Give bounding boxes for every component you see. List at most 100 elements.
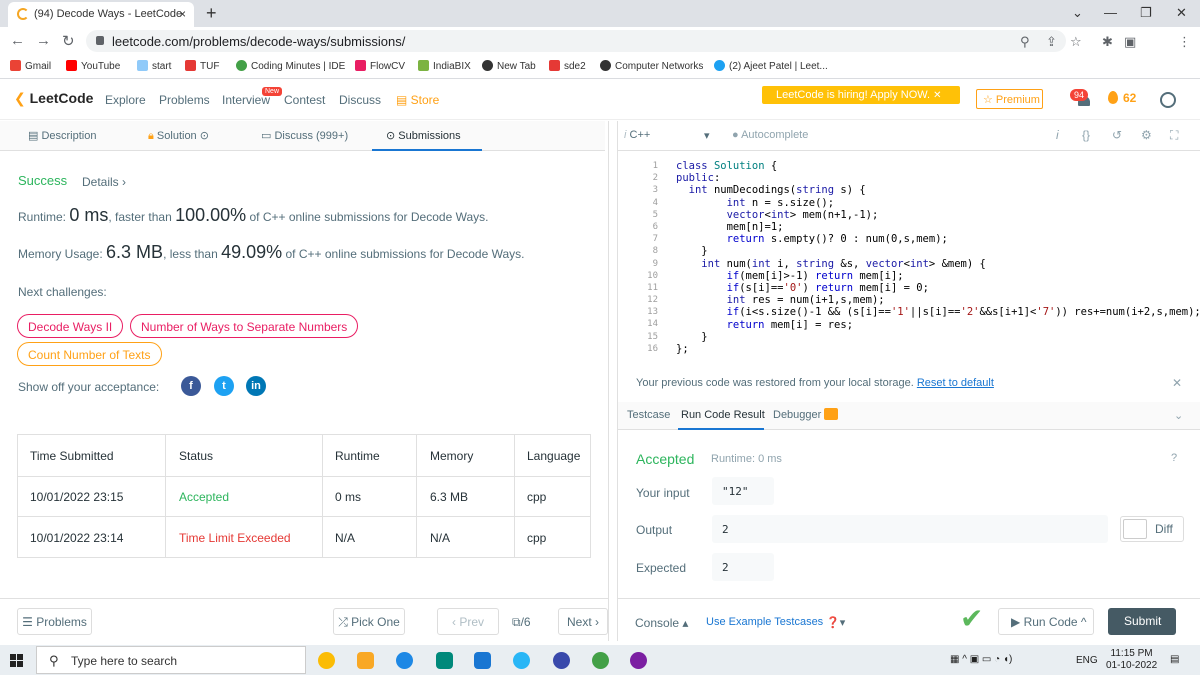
bookmark-tuf[interactable]: TUF — [185, 60, 219, 72]
tab-discuss[interactable]: ▭ Discuss (999+) — [261, 129, 348, 142]
url-input[interactable]: leetcode.com/problems/decode-ways/submis… — [86, 30, 1066, 52]
tab-search-icon[interactable]: ⌄ — [1072, 5, 1083, 21]
tab-description[interactable]: ▤ Description — [28, 129, 96, 142]
header-language[interactable]: Language — [527, 449, 580, 463]
forward-icon[interactable]: → — [36, 32, 51, 49]
fullscreen-icon[interactable]: ⛶ — [1170, 128, 1178, 143]
bookmark-coding-minutes[interactable]: Coding Minutes | IDE — [236, 60, 345, 72]
reload-icon[interactable]: ↻ — [62, 32, 75, 50]
taskbar-clock[interactable]: 11:15 PM 01-10-2022 — [1106, 648, 1157, 672]
mail-icon[interactable] — [436, 652, 453, 669]
facebook-icon[interactable]: f — [181, 376, 201, 396]
bookmark-computer-networks[interactable]: Computer Networks — [600, 60, 703, 72]
reset-icon[interactable]: ↺ — [1112, 128, 1122, 142]
bookmark-youtube[interactable]: YouTube — [66, 60, 120, 72]
tab-submissions[interactable]: ⊙ Submissions — [386, 129, 461, 142]
bookmark-gmail[interactable]: Gmail — [10, 60, 51, 72]
tab-solution[interactable]: 🔒︎ Solution ⊙ — [148, 129, 209, 143]
edge-icon[interactable] — [396, 652, 413, 669]
nav-problems[interactable]: Problems — [159, 93, 210, 107]
autocomplete-toggle[interactable]: ● Autocomplete — [732, 129, 808, 141]
bookmark-sde2[interactable]: sde2 — [549, 60, 586, 72]
nav-contest[interactable]: Contest — [284, 93, 325, 107]
extensions-icon[interactable]: ✱ — [1102, 34, 1113, 50]
back-icon[interactable]: ← — [10, 32, 25, 49]
vscode-icon[interactable] — [474, 652, 491, 669]
header-runtime[interactable]: Runtime — [335, 449, 380, 463]
sidebar-icon[interactable]: ▣ — [1124, 34, 1136, 50]
notification-center-icon[interactable]: ▤ — [1170, 654, 1179, 665]
details-link[interactable]: Details › — [82, 175, 126, 189]
submit-button[interactable]: Submit — [1108, 608, 1176, 635]
bookmark-ajeet-patel[interactable]: (2) Ajeet Patel | Leet... — [714, 60, 828, 72]
diff-toggle[interactable]: Diff — [1120, 516, 1184, 542]
bookmark-new-tab[interactable]: New Tab — [482, 60, 536, 72]
console-button[interactable]: Console ▴ — [635, 616, 688, 630]
linkedin-icon[interactable]: in — [246, 376, 266, 396]
run-code-button[interactable]: ▶ Run Code ^ — [998, 608, 1094, 635]
challenge-separate-numbers[interactable]: Number of Ways to Separate Numbers — [130, 314, 359, 338]
tab-close-icon[interactable]: × — [179, 7, 186, 21]
header-status[interactable]: Status — [179, 449, 213, 463]
user-avatar[interactable] — [1160, 92, 1176, 108]
status-tle-link[interactable]: Time Limit Exceeded — [179, 531, 291, 545]
status-accepted-link[interactable]: Accepted — [179, 490, 229, 504]
collapse-icon[interactable]: ⌄ — [1174, 409, 1183, 422]
help-dropdown-icon[interactable]: ❓▾ — [826, 616, 845, 629]
tab-run-code-result[interactable]: Run Code Result — [681, 409, 765, 421]
restore-icon[interactable]: ❐ — [1140, 5, 1152, 21]
share-icon[interactable]: ⇪ — [1046, 34, 1057, 50]
twitter-icon[interactable]: t — [214, 376, 234, 396]
next-button[interactable]: Next › — [558, 608, 608, 635]
star-icon[interactable]: ☆ — [1070, 34, 1082, 50]
code-editor[interactable]: class Solution { public: int numDecoding… — [676, 160, 1200, 355]
challenge-count-texts[interactable]: Count Number of Texts — [17, 342, 162, 366]
info-icon[interactable]: i — [1056, 128, 1059, 142]
header-time[interactable]: Time Submitted — [30, 449, 114, 463]
language-indicator[interactable]: ENG — [1076, 655, 1098, 666]
bookmark-start[interactable]: start — [137, 60, 171, 72]
tray-icons[interactable]: ▦ ^ ▣ ▭ ◔ ◖) — [950, 654, 1012, 665]
minimize-icon[interactable]: — — [1104, 5, 1117, 20]
hiring-banner[interactable]: LeetCode is hiring! Apply NOW. ✕ — [762, 86, 960, 104]
tab-debugger[interactable]: Debugger — [773, 409, 821, 421]
braces-icon[interactable]: {} — [1082, 128, 1090, 142]
premium-button[interactable]: ☆ Premium — [976, 89, 1043, 109]
settings-icon[interactable]: ⚙ — [1141, 128, 1152, 142]
bookmark-flowcv[interactable]: FlowCV — [355, 60, 405, 72]
whatsapp-icon[interactable] — [592, 652, 609, 669]
pick-one-button[interactable]: ⤮ Pick One — [333, 608, 405, 635]
address-bar-row: ← → ↻ leetcode.com/problems/decode-ways/… — [0, 27, 1200, 78]
telegram-icon[interactable] — [513, 652, 530, 669]
result-runtime: Runtime: 0 ms — [711, 453, 782, 465]
close-notice-icon[interactable]: ✕ — [1172, 376, 1182, 390]
bookmark-indiabix[interactable]: IndiaBIX — [418, 60, 471, 72]
challenge-decode-ways-ii[interactable]: Decode Ways II — [17, 314, 124, 338]
pane-splitter[interactable] — [608, 121, 618, 641]
nav-explore[interactable]: Explore — [105, 93, 146, 107]
nav-store[interactable]: ▤ Store — [396, 93, 439, 107]
zoom-icon[interactable]: ⚲ — [1020, 34, 1030, 50]
header-memory[interactable]: Memory — [430, 449, 473, 463]
tab-testcase[interactable]: Testcase — [627, 409, 670, 421]
file-explorer-icon[interactable] — [357, 652, 374, 669]
taskbar-search-input[interactable]: ⚲ Type here to search — [36, 646, 306, 674]
close-window-icon[interactable]: ✕ — [1176, 5, 1187, 21]
tab-title: (94) Decode Ways - LeetCode — [34, 8, 183, 20]
app-icon[interactable] — [553, 652, 570, 669]
new-tab-button[interactable]: + — [206, 3, 217, 24]
windows-start-icon[interactable] — [10, 654, 23, 667]
help-icon[interactable]: ? — [1171, 452, 1177, 464]
chrome-icon[interactable] — [318, 652, 335, 669]
problems-button[interactable]: ☰ Problems — [17, 608, 92, 635]
menu-icon[interactable]: ⋮ — [1178, 34, 1191, 50]
leetcode-logo[interactable]: ❮ LeetCode — [14, 90, 93, 107]
reset-to-default-link[interactable]: Reset to default — [917, 377, 994, 389]
language-select[interactable]: i C++ ▾ — [620, 127, 720, 145]
streak-counter[interactable]: 62 — [1108, 91, 1136, 105]
browser-tab[interactable]: (94) Decode Ways - LeetCode × — [8, 2, 194, 27]
github-icon[interactable] — [630, 652, 647, 669]
nav-discuss[interactable]: Discuss — [339, 93, 381, 107]
prev-button[interactable]: ‹ Prev — [437, 608, 499, 635]
example-testcases-link[interactable]: Use Example Testcases — [706, 616, 823, 628]
